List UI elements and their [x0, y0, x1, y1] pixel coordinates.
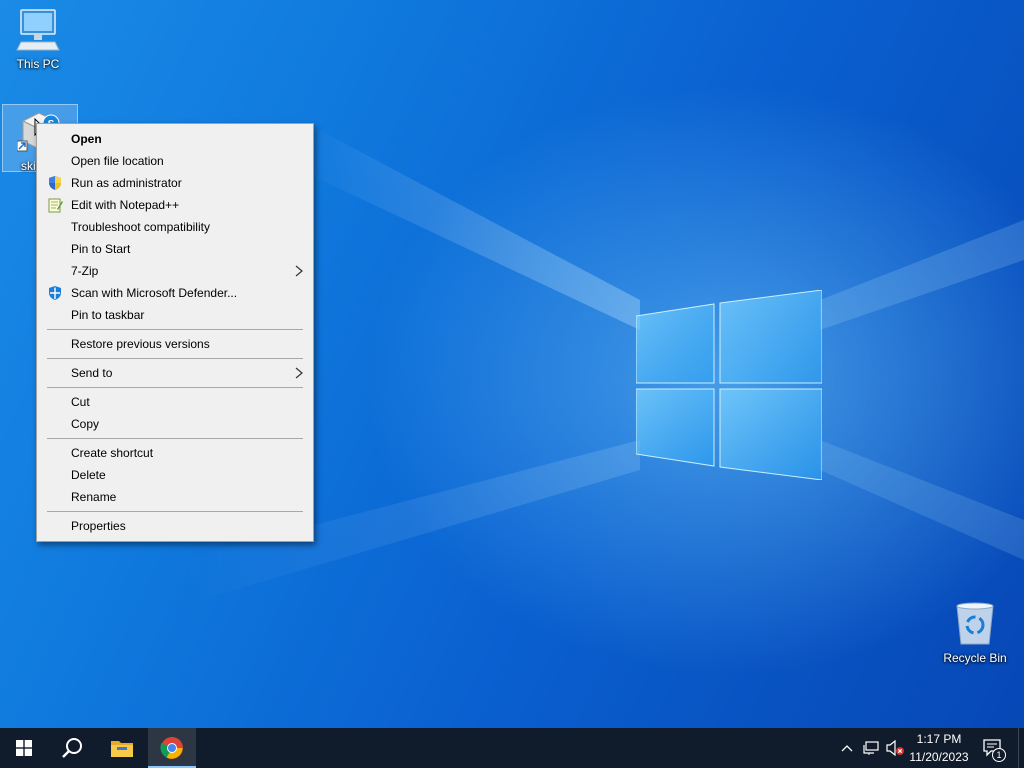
menu-item-copy[interactable]: Copy: [39, 413, 311, 435]
menu-item-pin-to-taskbar[interactable]: Pin to taskbar: [39, 304, 311, 326]
menu-item-7-zip[interactable]: 7-Zip: [39, 260, 311, 282]
uac-shield-icon: [49, 176, 61, 190]
context-menu: Open Open file location Run as administr…: [36, 123, 314, 542]
menu-separator: [47, 438, 303, 439]
menu-item-label: Open: [71, 132, 102, 146]
windows-logo-wallpaper: [636, 290, 822, 480]
menu-item-label: Rename: [71, 490, 117, 504]
menu-item-create-shortcut[interactable]: Create shortcut: [39, 442, 311, 464]
search-icon: [62, 738, 82, 758]
notification-count: 1: [996, 750, 1002, 760]
menu-separator: [47, 387, 303, 388]
action-center-button[interactable]: 1: [978, 728, 1008, 768]
desktop-icon-this-pc[interactable]: This PC: [6, 8, 70, 71]
network-button[interactable]: [860, 728, 882, 768]
system-clock[interactable]: 1:17 PM 11/20/2023: [904, 730, 974, 766]
desktop-icon-label: ski: [21, 159, 36, 173]
menu-item-troubleshoot-compatibility[interactable]: Troubleshoot compatibility: [39, 216, 311, 238]
notification-count-badge: 1: [992, 748, 1006, 762]
taskbar: 1:17 PM 11/20/2023 1: [0, 728, 1024, 768]
menu-item-label: Properties: [71, 519, 126, 533]
volume-muted-icon: [886, 740, 904, 756]
menu-item-label: Open file location: [71, 154, 164, 168]
menu-item-delete[interactable]: Delete: [39, 464, 311, 486]
menu-separator: [47, 358, 303, 359]
menu-item-pin-to-start[interactable]: Pin to Start: [39, 238, 311, 260]
menu-item-label: Cut: [71, 395, 90, 409]
menu-item-open[interactable]: Open: [39, 128, 311, 150]
menu-item-label: Troubleshoot compatibility: [71, 220, 210, 234]
chevron-right-icon: [295, 367, 303, 379]
chrome-button[interactable]: [148, 728, 196, 768]
clock-time: 1:17 PM: [916, 732, 962, 746]
volume-button[interactable]: [884, 728, 906, 768]
show-hidden-icons-icon: [841, 745, 853, 752]
file-explorer-icon: [111, 741, 133, 757]
clock-date: 11/20/2023: [909, 750, 969, 764]
menu-separator: [47, 511, 303, 512]
search-button[interactable]: [48, 728, 96, 768]
show-desktop-button[interactable]: [1018, 728, 1024, 768]
menu-item-run-as-administrator[interactable]: Run as administrator: [39, 172, 311, 194]
desktop-icon-label: Recycle Bin: [943, 651, 1007, 665]
file-explorer-button[interactable]: [98, 728, 146, 768]
menu-item-properties[interactable]: Properties: [39, 515, 311, 537]
show-hidden-icons-button[interactable]: [836, 728, 858, 768]
menu-separator: [47, 329, 303, 330]
network-icon: [863, 741, 879, 755]
desktop-icon-label: This PC: [16, 57, 60, 71]
computer-icon: [16, 9, 60, 51]
menu-item-label: Create shortcut: [71, 446, 154, 460]
menu-item-label: Edit with Notepad++: [71, 198, 180, 212]
menu-item-label: Pin to taskbar: [71, 308, 145, 322]
recycle-bin-icon: [956, 602, 994, 645]
menu-item-send-to[interactable]: Send to: [39, 362, 311, 384]
chrome-icon: [160, 737, 183, 759]
menu-item-label: Restore previous versions: [71, 337, 210, 351]
menu-item-label: Send to: [71, 366, 113, 380]
notepad-plus-plus-icon: [48, 198, 63, 213]
menu-item-restore-previous-versions[interactable]: Restore previous versions: [39, 333, 311, 355]
menu-item-label: Run as administrator: [71, 176, 182, 190]
menu-item-label: 7-Zip: [71, 264, 99, 278]
desktop-icon-recycle-bin[interactable]: Recycle Bin: [942, 600, 1008, 665]
defender-icon: [49, 286, 61, 300]
menu-item-edit-with-notepad-plus-plus[interactable]: Edit with Notepad++: [39, 194, 311, 216]
menu-item-scan-with-microsoft-defender[interactable]: Scan with Microsoft Defender...: [39, 282, 311, 304]
menu-item-rename[interactable]: Rename: [39, 486, 311, 508]
menu-item-label: Copy: [71, 417, 100, 431]
start-icon: [16, 740, 32, 756]
menu-item-open-file-location[interactable]: Open file location: [39, 150, 311, 172]
menu-item-cut[interactable]: Cut: [39, 391, 311, 413]
menu-item-label: Scan with Microsoft Defender...: [71, 286, 238, 300]
chevron-right-icon: [295, 265, 303, 277]
menu-item-label: Pin to Start: [71, 242, 131, 256]
start-button[interactable]: [0, 728, 48, 768]
menu-item-label: Delete: [71, 468, 106, 482]
